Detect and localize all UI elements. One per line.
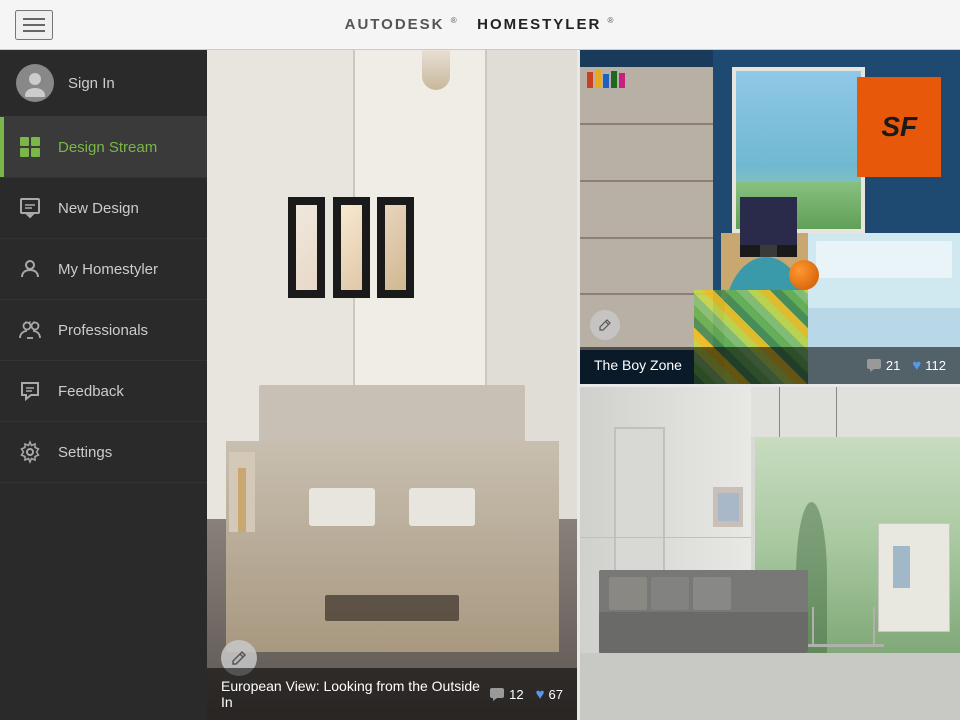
left-likes-count: 67 — [549, 687, 563, 702]
left-card-title: European View: Looking from the Outside … — [221, 678, 489, 710]
avatar — [16, 64, 54, 102]
main-content: European View: Looking from the Outside … — [207, 50, 960, 720]
sofa-pillow-1 — [609, 577, 647, 610]
sofa-pillow-3 — [693, 577, 731, 610]
artwork-1 — [288, 197, 325, 298]
pendant-lamp — [422, 50, 433, 90]
shelf-books — [587, 70, 625, 88]
chat-icon-top — [866, 358, 882, 372]
title-prefix: AUTODESK — [345, 16, 445, 33]
exterior-house — [878, 523, 950, 631]
sidebar-item-label: My Homestyler — [58, 261, 158, 278]
left-card-overlay: European View: Looking from the Outside … — [207, 668, 577, 720]
top-right-edit-badge[interactable] — [590, 310, 620, 340]
bz-bed-pillow — [816, 241, 953, 279]
sidebar-item-settings[interactable]: Settings — [0, 422, 207, 483]
sidebar: Sign In Design Stream New Design — [0, 50, 207, 720]
left-likes: ♥ 67 — [536, 686, 563, 703]
bz-sf-logo: SF — [857, 77, 941, 177]
artwork-3 — [377, 197, 414, 298]
top-right-card-title: The Boy Zone — [594, 357, 866, 373]
left-comments-count: 12 — [509, 687, 523, 702]
artwork-2 — [333, 197, 370, 298]
wall-art — [713, 487, 743, 527]
top-right-card[interactable]: SF — [580, 50, 960, 387]
sidebar-item-label: Design Stream — [58, 139, 157, 156]
left-comments: 12 — [489, 687, 523, 702]
my-homestyler-icon — [16, 255, 44, 283]
house-sofa — [599, 570, 808, 653]
chat-icon — [489, 687, 505, 701]
sidebar-signin[interactable]: Sign In — [0, 50, 207, 117]
bottom-right-card[interactable] — [580, 387, 960, 720]
wall-divider — [580, 537, 751, 538]
sidebar-item-feedback[interactable]: Feedback — [0, 361, 207, 422]
title-tm: ® — [451, 16, 459, 25]
top-right-card-overlay: The Boy Zone 21 ♥ 112 — [580, 347, 960, 384]
house-floor — [580, 653, 960, 720]
shelf-line-2 — [580, 180, 713, 182]
professionals-icon — [16, 316, 44, 344]
sidebar-item-label: Professionals — [58, 322, 148, 339]
wall-panel — [614, 427, 665, 587]
top-right-likes-count: 112 — [925, 358, 946, 373]
title-bold: HOMESTYLER — [477, 16, 601, 33]
left-design-card[interactable]: European View: Looking from the Outside … — [207, 50, 580, 720]
sidebar-item-design-stream[interactable]: Design Stream — [0, 117, 207, 178]
hamburger-button[interactable] — [15, 10, 53, 40]
table-leg-1 — [812, 607, 814, 647]
sidebar-item-label: Settings — [58, 444, 112, 461]
signin-label: Sign In — [68, 75, 115, 92]
top-right-likes: ♥ 112 — [912, 357, 946, 374]
shelf-line-1 — [580, 123, 713, 125]
table-leg-2 — [873, 607, 875, 647]
bz-monitor — [740, 197, 797, 257]
feedback-icon — [16, 377, 44, 405]
side-table-left — [229, 452, 255, 532]
left-card-stats: 12 ♥ 67 — [489, 686, 563, 703]
sidebar-item-label: New Design — [58, 200, 139, 217]
right-panel: SF — [580, 50, 960, 720]
sidebar-item-my-homestyler[interactable]: My Homestyler — [0, 239, 207, 300]
bed — [226, 385, 559, 666]
sofa-pillow-2 — [651, 577, 689, 610]
avatar-icon — [21, 69, 49, 97]
heart-icon: ♥ — [536, 686, 545, 703]
app-header: AUTODESK ® HOMESTYLER ® — [0, 0, 960, 50]
house-scene — [580, 387, 960, 720]
top-right-comments-count: 21 — [886, 358, 900, 373]
sidebar-item-label: Feedback — [58, 383, 124, 400]
sidebar-item-professionals[interactable]: Professionals — [0, 300, 207, 361]
shelf-line-3 — [580, 237, 713, 239]
heart-icon-top: ♥ — [912, 357, 921, 374]
top-right-comments: 21 — [866, 358, 900, 373]
top-right-card-stats: 21 ♥ 112 — [866, 357, 946, 374]
new-design-icon — [16, 194, 44, 222]
sidebar-item-new-design[interactable]: New Design — [0, 178, 207, 239]
settings-icon — [16, 438, 44, 466]
design-stream-icon — [16, 133, 44, 161]
title-reg: ® — [607, 16, 615, 25]
boy-zone-scene: SF — [580, 50, 960, 384]
bedroom-scene — [207, 50, 577, 720]
app-title: AUTODESK ® HOMESTYLER ® — [345, 16, 616, 33]
